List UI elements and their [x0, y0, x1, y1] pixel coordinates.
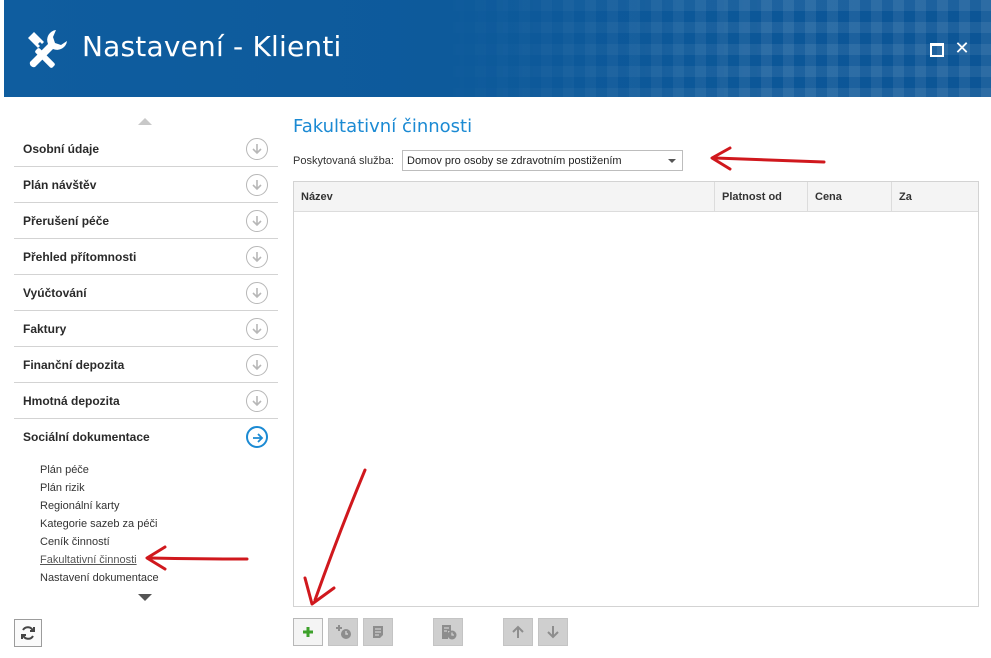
sidebar-item-label: Faktury: [23, 322, 67, 336]
chevron-down-circle-icon[interactable]: [246, 282, 268, 304]
sidebar-item-label: Osobní údaje: [23, 142, 100, 156]
service-select-value: Domov pro osoby se zdravotním postižením: [407, 155, 622, 167]
chevron-down-circle-icon[interactable]: [246, 246, 268, 268]
chevron-down-circle-icon[interactable]: [246, 354, 268, 376]
subitem-nastaveni-dokumentace[interactable]: Nastavení dokumentace: [40, 569, 159, 587]
sidebar-submenu: Plán péče Plán rizik Regionální karty Ka…: [40, 461, 159, 587]
sidebar-item-faktury[interactable]: Faktury: [14, 311, 278, 347]
sidebar-item-label: Finanční depozita: [23, 358, 125, 372]
sidebar-item-label: Přehled přítomnosti: [23, 250, 137, 264]
column-header-za[interactable]: Za: [892, 182, 978, 212]
subitem-regionalni-karty[interactable]: Regionální karty: [40, 497, 159, 515]
title-bar: Nastavení - Klienti ✕: [4, 0, 991, 97]
add-icon: [303, 627, 313, 637]
chevron-down-circle-icon[interactable]: [246, 390, 268, 412]
arrow-up-icon: [512, 625, 524, 638]
service-select[interactable]: Domov pro osoby se zdravotním postižením: [402, 150, 683, 171]
activities-table: Název Platnost od Cena Za: [293, 181, 979, 607]
sidebar-item-plan-navstev[interactable]: Plán návštěv: [14, 167, 278, 203]
tools-icon: [28, 30, 67, 68]
arrow-right-circle-icon[interactable]: [246, 426, 268, 448]
sidebar-scroll-up-icon[interactable]: [138, 118, 152, 125]
sidebar-item-label: Přerušení péče: [23, 214, 110, 228]
chevron-down-circle-icon[interactable]: [246, 174, 268, 196]
sidebar-item-osobni-udaje[interactable]: Osobní údaje: [14, 131, 278, 167]
subitem-plan-rizik[interactable]: Plán rizik: [40, 479, 159, 497]
annotation-arrow-submenu: [148, 556, 249, 561]
sidebar-item-label: Hmotná depozita: [23, 394, 120, 408]
table-header: Název Platnost od Cena Za: [294, 182, 978, 212]
subitem-fakultativni-cinnosti[interactable]: Fakultativní činnosti: [40, 551, 159, 569]
move-up-button[interactable]: [503, 618, 533, 646]
sidebar-item-prehled-pritomnosti[interactable]: Přehled přítomnosti: [14, 239, 278, 275]
history-button[interactable]: [433, 618, 463, 646]
column-header-nazev[interactable]: Název: [294, 182, 715, 212]
page-title: Fakultativní činnosti: [293, 116, 473, 137]
close-icon[interactable]: ✕: [954, 39, 970, 57]
sidebar-item-vyuctovani[interactable]: Vyúčtování: [14, 275, 278, 311]
arrow-down-icon: [547, 626, 559, 639]
move-down-button[interactable]: [538, 618, 568, 646]
column-header-cena[interactable]: Cena: [808, 182, 892, 212]
sidebar-item-label: Sociální dokumentace: [23, 430, 150, 444]
subitem-cenik-cinnosti[interactable]: Ceník činností: [40, 533, 159, 551]
subitem-plan-pece[interactable]: Plán péče: [40, 461, 159, 479]
chevron-down-circle-icon[interactable]: [246, 138, 268, 160]
title-bar-pattern: [431, 0, 991, 97]
sidebar-item-financni-depozita[interactable]: Finanční depozita: [14, 347, 278, 383]
window-title: Nastavení - Klienti: [82, 30, 342, 63]
maximize-icon[interactable]: [928, 40, 944, 57]
chevron-down-circle-icon[interactable]: [246, 210, 268, 232]
sidebar-item-label: Plán návštěv: [23, 178, 97, 192]
edit-button[interactable]: [363, 618, 393, 646]
sidebar-item-hmotna-depozita[interactable]: Hmotná depozita: [14, 383, 278, 419]
sidebar-item-socialni-dokumentace[interactable]: Sociální dokumentace: [14, 419, 278, 455]
annotation-arrow-select: [713, 156, 826, 164]
refresh-icon: [21, 626, 35, 640]
subitem-kategorie-sazeb[interactable]: Kategorie sazeb za péči: [40, 515, 159, 533]
column-header-platnost-od[interactable]: Platnost od: [715, 182, 808, 212]
history-icon: [442, 625, 457, 640]
chevron-down-circle-icon[interactable]: [246, 318, 268, 340]
add-history-button[interactable]: [328, 618, 358, 646]
refresh-button[interactable]: [14, 619, 42, 647]
sidebar-item-preruseni-pece[interactable]: Přerušení péče: [14, 203, 278, 239]
annotation-arrowhead-select: [710, 146, 732, 171]
add-history-icon: [336, 625, 351, 639]
chevron-down-icon: [668, 159, 676, 163]
add-button[interactable]: [293, 618, 323, 646]
service-label: Poskytovaná služba:: [293, 155, 394, 167]
sidebar-scroll-down-icon[interactable]: [138, 594, 152, 601]
edit-icon: [373, 626, 383, 638]
sidebar-item-label: Vyúčtování: [23, 286, 87, 300]
